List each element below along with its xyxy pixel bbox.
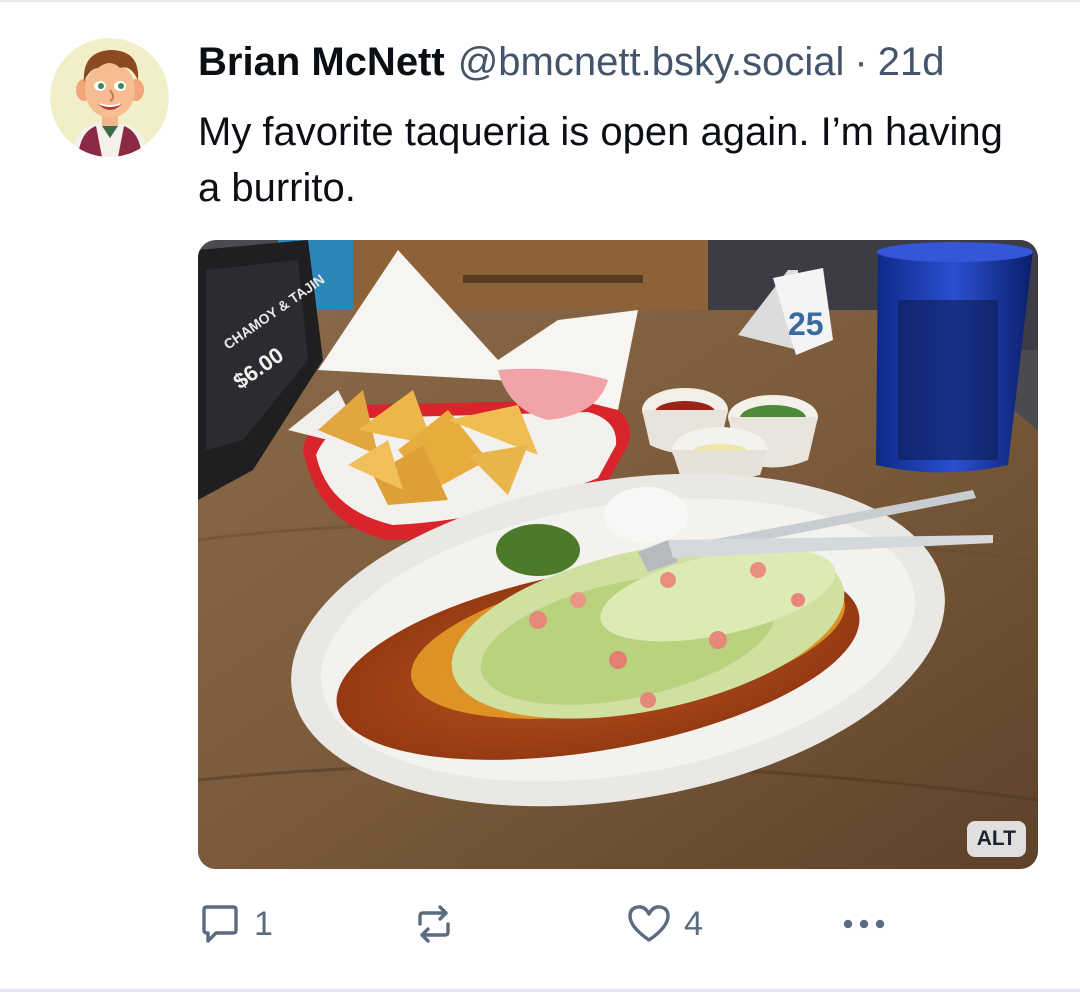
- author-name[interactable]: Brian McNett: [198, 40, 445, 85]
- table-number: 25: [788, 306, 824, 342]
- reply-button[interactable]: 1: [198, 898, 273, 950]
- header-separator: ·: [854, 40, 868, 84]
- author-avatar[interactable]: [50, 38, 169, 157]
- post-text: My favorite taqueria is open again. I’m …: [198, 110, 1003, 210]
- speech-bubble-icon: [198, 902, 242, 946]
- burrito-photo: CHAMOY & TAJIN $6.00 25: [198, 240, 1038, 869]
- post-timestamp[interactable]: 21d: [878, 40, 945, 85]
- post-header: Brian McNett @bmcnett.bsky.social · 21d: [198, 40, 944, 92]
- more-options-button[interactable]: [840, 898, 888, 950]
- heart-icon: [626, 902, 672, 946]
- author-handle[interactable]: @bmcnett.bsky.social: [458, 40, 845, 85]
- reply-count: 1: [254, 904, 273, 943]
- repost-arrows-icon: [412, 902, 456, 946]
- like-count: 4: [684, 904, 703, 943]
- ellipsis-icon: [840, 914, 888, 934]
- like-button[interactable]: 4: [626, 898, 703, 950]
- alt-text-badge[interactable]: ALT: [966, 821, 1026, 857]
- avatar-illustration: [50, 38, 169, 157]
- post-actions: 1 4: [198, 898, 898, 950]
- top-divider: [0, 0, 1080, 2]
- bottom-divider: [0, 989, 1080, 992]
- post-image[interactable]: CHAMOY & TAJIN $6.00 25 ALT: [198, 240, 1038, 869]
- repost-button[interactable]: [412, 898, 456, 950]
